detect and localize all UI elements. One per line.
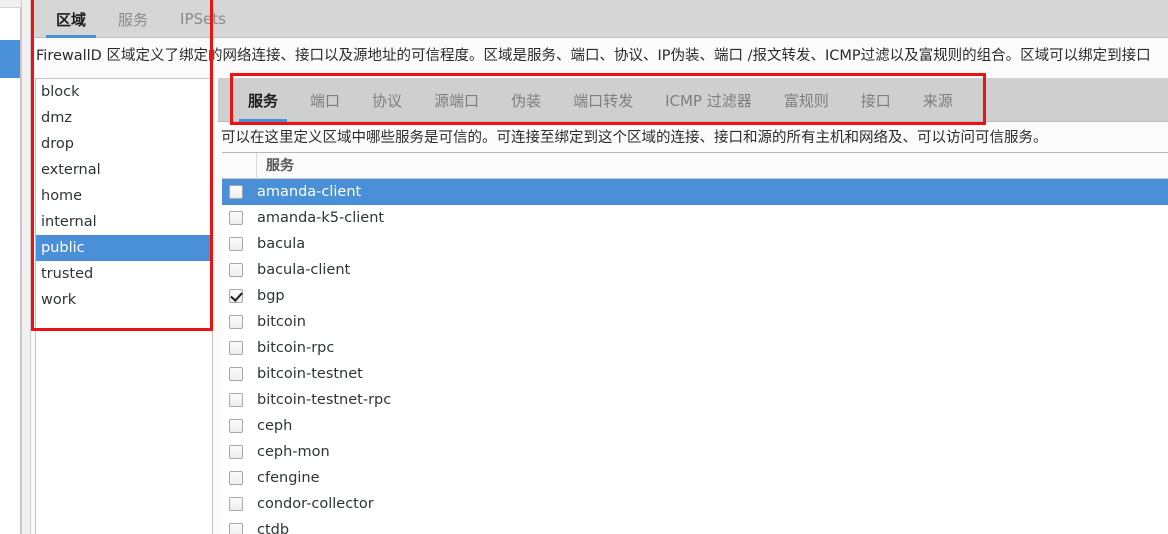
checkbox-unchecked-icon[interactable] <box>229 263 243 277</box>
zone-list-item[interactable]: external <box>36 157 212 183</box>
service-row[interactable]: cfengine <box>222 465 1168 491</box>
service-row[interactable]: amanda-client <box>222 179 1168 205</box>
checkbox-unchecked-icon[interactable] <box>229 237 243 251</box>
zone-detail-tab-0[interactable]: 服务 <box>232 78 294 122</box>
zone-detail-tab-list: 服务 端口 协议 源端口 伪装 端口转发 ICMP 过滤器 富规则 接口 来源 <box>218 78 1168 122</box>
checkbox-unchecked-icon[interactable] <box>229 341 243 355</box>
service-name-label: ctdb <box>257 522 290 534</box>
service-name-label: ceph-mon <box>257 444 330 460</box>
service-header-label: 服务 <box>266 158 294 174</box>
checkbox-unchecked-icon[interactable] <box>229 393 243 407</box>
service-name-label: cfengine <box>257 470 320 486</box>
zone-list-item[interactable]: block <box>36 79 212 105</box>
service-header-checkbox-cell <box>222 153 257 179</box>
checkbox-unchecked-icon[interactable] <box>229 497 243 511</box>
service-row[interactable]: bitcoin-rpc <box>222 335 1168 361</box>
primary-tab-1[interactable]: 服务 <box>102 0 164 38</box>
zone-detail-tab-1[interactable]: 端口 <box>294 78 356 122</box>
service-row[interactable]: bitcoin <box>222 309 1168 335</box>
service-name-label: ceph <box>257 418 293 434</box>
checkbox-unchecked-icon[interactable] <box>229 211 243 225</box>
service-row[interactable]: bgp <box>222 283 1168 309</box>
service-table: 服务 amanda-client amanda-k5-client bacula ba… <box>222 152 1168 534</box>
service-name-label: bitcoin-testnet <box>257 366 363 382</box>
service-row[interactable]: bitcoin-testnet-rpc <box>222 387 1168 413</box>
checkbox-unchecked-icon[interactable] <box>229 315 243 329</box>
service-row-container: amanda-client amanda-k5-client bacula bacul… <box>222 179 1168 534</box>
checkbox-unchecked-icon[interactable] <box>229 471 243 485</box>
zone-detail-tab-6[interactable]: ICMP 过滤器 <box>649 78 768 122</box>
service-row[interactable]: ceph <box>222 413 1168 439</box>
zone-detail-tab-5[interactable]: 端口转发 <box>557 78 649 122</box>
zone-list-item[interactable]: public <box>36 235 212 261</box>
firewall-config-window: 区域 服务 IPSets FirewallD 区域定义了绑定的网络连接、接口以及源地… <box>0 0 1168 534</box>
zone-detail-tab-4[interactable]: 伪装 <box>495 78 557 122</box>
zone-detail-tab-7[interactable]: 富规则 <box>768 78 845 122</box>
checkbox-unchecked-icon[interactable] <box>229 367 243 381</box>
service-name-label: bacula <box>257 236 306 252</box>
primary-tab-2[interactable]: IPSets <box>164 0 242 38</box>
left-collapsed-selected-item[interactable] <box>0 40 20 78</box>
checkbox-unchecked-icon[interactable] <box>229 445 243 459</box>
zone-list-item[interactable]: internal <box>36 209 212 235</box>
service-name-label: bgp <box>257 288 285 304</box>
service-name-label: condor-collector <box>257 496 374 512</box>
service-name-label: bacula-client <box>257 262 351 278</box>
zone-detail-tab-3[interactable]: 源端口 <box>418 78 495 122</box>
service-row[interactable]: ceph-mon <box>222 439 1168 465</box>
service-description-text: 可以在这里定义区域中哪些服务是可信的。可连接至绑定到这个区域的连接、接口和源的所… <box>221 130 1048 146</box>
service-row[interactable]: amanda-k5-client <box>222 205 1168 231</box>
left-collapsed-panel <box>0 0 22 534</box>
zone-list-item[interactable]: dmz <box>36 105 212 131</box>
service-name-label: amanda-k5-client <box>257 210 385 226</box>
zone-detail-tab-8[interactable]: 接口 <box>845 78 907 122</box>
service-name-label: bitcoin-testnet-rpc <box>257 392 392 408</box>
zone-list-item[interactable]: drop <box>36 131 212 157</box>
zone-list-item[interactable]: trusted <box>36 261 212 287</box>
service-row[interactable]: condor-collector <box>222 491 1168 517</box>
primary-tab-0[interactable]: 区域 <box>40 0 102 38</box>
service-row[interactable]: bacula <box>222 231 1168 257</box>
service-table-header: 服务 <box>222 153 1168 179</box>
zone-list-item[interactable]: work <box>36 287 212 313</box>
zone-list-item[interactable]: home <box>36 183 212 209</box>
checkbox-checked-icon[interactable] <box>229 289 243 303</box>
checkbox-unchecked-icon[interactable] <box>229 523 243 534</box>
zone-detail-tab-2[interactable]: 协议 <box>356 78 418 122</box>
zone-detail-tab-9[interactable]: 来源 <box>907 78 969 122</box>
service-name-label: bitcoin-rpc <box>257 340 335 356</box>
left-collapsed-list[interactable] <box>0 7 21 534</box>
zone-list[interactable]: block dmz drop external home internal public tr… <box>35 78 213 534</box>
zone-description-text: FirewallD 区域定义了绑定的网络连接、接口以及源地址的可信程度。区域是服… <box>36 48 1151 64</box>
checkbox-unchecked-icon[interactable] <box>229 185 243 199</box>
checkbox-unchecked-icon[interactable] <box>229 419 243 433</box>
service-name-label: bitcoin <box>257 314 306 330</box>
primary-tabbar: 区域 服务 IPSets <box>32 0 1168 38</box>
zone-detail-tabbar: 服务 端口 协议 源端口 伪装 端口转发 ICMP 过滤器 富规则 接口 来源 <box>218 78 1168 122</box>
primary-tab-list: 区域 服务 IPSets <box>32 0 1168 38</box>
service-row[interactable]: ctdb <box>222 517 1168 534</box>
service-row[interactable]: bitcoin-testnet <box>222 361 1168 387</box>
panel-divider <box>22 0 31 534</box>
service-name-label: amanda-client <box>257 184 362 200</box>
service-row[interactable]: bacula-client <box>222 257 1168 283</box>
